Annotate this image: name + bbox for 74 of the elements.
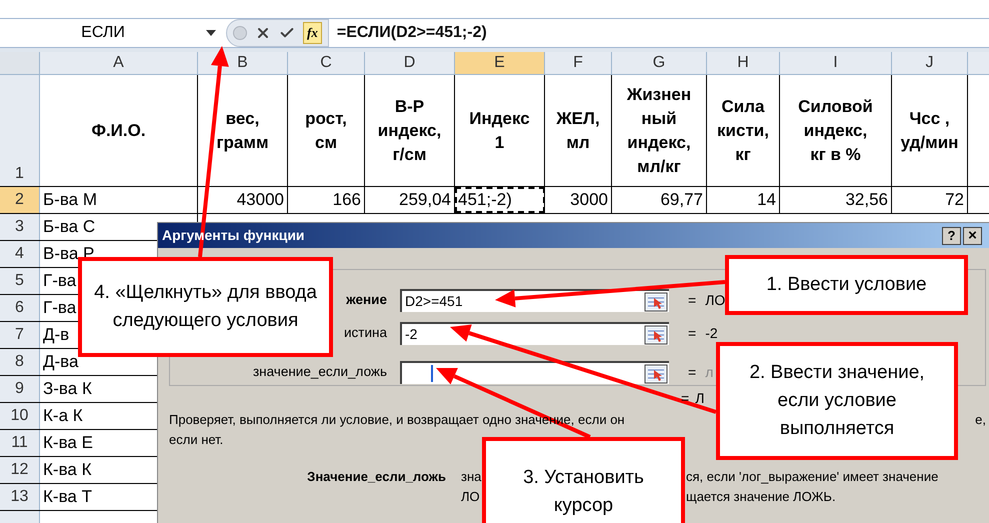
column-header[interactable]: C — [288, 52, 365, 74]
row-number[interactable]: 9 — [0, 376, 40, 402]
row-number[interactable]: 6 — [0, 295, 40, 321]
table-cell: 451;-2) — [455, 187, 545, 213]
table-cell: 3000 — [545, 187, 612, 213]
row-number[interactable]: 4 — [0, 241, 40, 267]
column-header[interactable]: I — [780, 52, 892, 74]
formula-field[interactable]: =ЕСЛИ(D2>=451;-2) — [336, 21, 487, 45]
argument-help: зна — [461, 468, 482, 486]
row-number[interactable]: 11 — [0, 430, 40, 456]
dropdown-arrow-icon[interactable] — [206, 30, 216, 36]
header-cell: Чсс , уд/мин — [892, 75, 968, 186]
callout: 2. Ввести значение, если условие выполняется — [716, 342, 958, 460]
argument-result: л — [705, 363, 714, 382]
insert-function-button[interactable]: fx — [303, 22, 322, 44]
argument-help: щается значение ЛОЖЬ. — [686, 488, 837, 506]
argument-result: ЛО — [705, 291, 726, 310]
header-cell: Сила кисти, кг — [707, 75, 780, 186]
header-cell: вес, грамм — [198, 75, 288, 186]
table-cell: Б-ва М — [40, 187, 198, 213]
row-number[interactable]: 8 — [0, 349, 40, 375]
row-number[interactable]: 2 — [0, 187, 40, 213]
text-cursor — [431, 365, 433, 382]
header-cell: Индекс 1 — [455, 75, 545, 186]
row-number[interactable]: 7 — [0, 322, 40, 348]
header-cell: ЖЕЛ, мл — [545, 75, 612, 186]
argument-result: -2 — [705, 324, 718, 343]
function-result: Л — [695, 388, 704, 408]
row-number[interactable]: 13 — [0, 484, 40, 510]
collapse-dialog-icon[interactable] — [644, 324, 668, 344]
equals-sign: = — [688, 324, 696, 343]
argument-help: ся, если 'лог_выражение' имеет значение — [686, 468, 938, 486]
header-cell: рост, см — [288, 75, 365, 186]
callout: 1. Ввести условие — [725, 255, 968, 315]
argument-label: жение — [346, 291, 387, 310]
table-cell: 69,77 — [612, 187, 707, 213]
table-cell: 32,56 — [780, 187, 892, 213]
table-cell: 259,04 — [365, 187, 455, 213]
table-cell: 14 — [707, 187, 780, 213]
row-number[interactable]: 1 — [0, 75, 40, 186]
equals-sign: = — [688, 363, 696, 382]
column-header[interactable]: F — [545, 52, 612, 74]
table-cell: 166 — [288, 187, 365, 213]
cancel-icon[interactable] — [255, 25, 271, 41]
column-header[interactable]: A — [40, 52, 198, 74]
column-header[interactable]: J — [892, 52, 968, 74]
callout: 3. Установить курсор — [482, 437, 685, 523]
column-header[interactable]: H — [707, 52, 780, 74]
header-cell: Жизнен ный индекс, мл/кг — [612, 75, 707, 186]
close-button[interactable]: × — [963, 226, 982, 244]
callout: 4. «Щелкнуть» для ввода следующего условия — [78, 257, 333, 357]
argument-label: значение_если_ложь — [252, 363, 387, 382]
row-number[interactable]: 12 — [0, 457, 40, 483]
header-cell: В-Р индекс, г/см — [365, 75, 455, 186]
name-box[interactable]: ЕСЛИ — [0, 21, 206, 45]
collapse-dialog-icon[interactable] — [644, 292, 668, 312]
argument-help: ЛО — [461, 488, 480, 506]
table-cell: 43000 — [198, 187, 288, 213]
row-number[interactable]: 3 — [0, 214, 40, 240]
row-number[interactable]: 10 — [0, 403, 40, 429]
row-number[interactable]: 5 — [0, 268, 40, 294]
function-description: е, — [975, 411, 986, 429]
header-cell: Ф.И.О. — [40, 75, 198, 186]
column-header[interactable]: E — [455, 52, 545, 74]
collapse-dialog-icon[interactable] — [644, 364, 668, 384]
help-button[interactable]: ? — [942, 226, 961, 244]
table-cell: 72 — [892, 187, 968, 213]
argument-label: истина — [344, 324, 387, 342]
column-header[interactable]: G — [612, 52, 707, 74]
header-cell: Силовой индекс, кг в % — [780, 75, 892, 186]
argument-field[interactable]: -2 — [400, 322, 669, 345]
argument-field[interactable] — [400, 361, 669, 384]
equals-sign: = — [688, 291, 696, 310]
argument-name: Значение_если_ложь — [307, 468, 446, 486]
